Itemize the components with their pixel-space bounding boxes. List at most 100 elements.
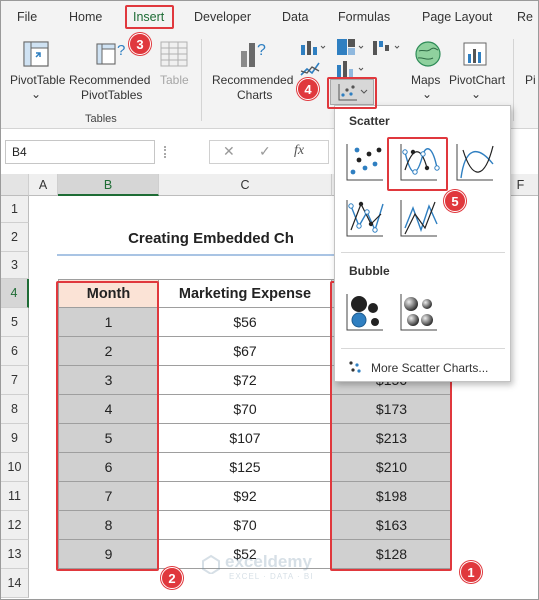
month-cell[interactable]: 8: [58, 511, 159, 540]
row-header-9[interactable]: 9: [1, 424, 29, 453]
expense-cell[interactable]: $56: [159, 308, 332, 337]
statistic-chart-icon[interactable]: [335, 59, 365, 79]
watermark-name: exceldemy: [225, 552, 312, 571]
row-header-10[interactable]: 10: [1, 453, 29, 482]
exceldemy-logo-icon: [202, 554, 220, 574]
line-chart-icon[interactable]: [299, 59, 327, 79]
month-cell[interactable]: 3: [58, 366, 159, 395]
row-header-11[interactable]: 11: [1, 482, 29, 511]
hierarchy-chart-icon[interactable]: [335, 37, 365, 57]
scatter-smooth-lines-option[interactable]: [451, 138, 499, 186]
expense-cell[interactable]: $70: [159, 395, 332, 424]
sales-cell[interactable]: $128: [332, 540, 452, 569]
tab-formulas[interactable]: Formulas: [338, 10, 390, 24]
row-header-3[interactable]: 3: [1, 252, 29, 279]
recommended-pivot-label-2[interactable]: PivotTables: [81, 88, 142, 103]
tab-insert[interactable]: Insert: [133, 10, 164, 24]
expense-header-cell[interactable]: Marketing Expense: [159, 279, 332, 308]
month-cell[interactable]: 4: [58, 395, 159, 424]
tab-review[interactable]: Re: [517, 10, 533, 24]
sales-cell[interactable]: $198: [332, 482, 452, 511]
expense-cell[interactable]: $107: [159, 424, 332, 453]
sales-cell[interactable]: $213: [332, 424, 452, 453]
row-header-14[interactable]: 14: [1, 569, 29, 598]
cancel-icon[interactable]: ✕: [223, 143, 235, 160]
row-header-12[interactable]: 12: [1, 511, 29, 540]
scatter-markers-only-option[interactable]: [341, 138, 389, 186]
row-header-6[interactable]: 6: [1, 337, 29, 366]
row-header-13[interactable]: 13: [1, 540, 29, 569]
month-cell[interactable]: 1: [58, 308, 159, 337]
recommended-charts-label-1[interactable]: Recommended: [212, 73, 293, 88]
tab-file[interactable]: File: [17, 10, 37, 24]
pivot-table-label[interactable]: PivotTable: [10, 73, 65, 88]
sales-cell[interactable]: $210: [332, 453, 452, 482]
expense-cell[interactable]: $125: [159, 453, 332, 482]
pivot-chart-icon[interactable]: [461, 39, 491, 69]
expense-cell[interactable]: $92: [159, 482, 332, 511]
table-icon[interactable]: [159, 39, 189, 69]
step-badge-5: 5: [444, 190, 466, 212]
bubble-option[interactable]: [341, 288, 389, 336]
tab-page-layout[interactable]: Page Layout: [422, 10, 492, 24]
recommended-pivot-label-1[interactable]: Recommended: [69, 73, 150, 88]
select-all-corner[interactable]: [1, 174, 29, 196]
row-header-2[interactable]: 2: [1, 223, 29, 252]
tab-developer[interactable]: Developer: [194, 10, 251, 24]
month-cell[interactable]: 5: [58, 424, 159, 453]
scatter-chart-dropdown: Scatter Bubble More Scatter Charts...: [334, 105, 511, 382]
recommended-pivot-icon[interactable]: ?: [95, 39, 129, 71]
insert-function-icon[interactable]: fx: [294, 143, 304, 159]
column-header-a[interactable]: A: [29, 174, 58, 196]
watermark-tagline: EXCEL · DATA · BI: [229, 572, 314, 581]
month-header-cell[interactable]: Month: [58, 279, 159, 308]
table-label[interactable]: Table: [160, 73, 189, 88]
enter-icon[interactable]: ✓: [259, 143, 271, 160]
column-header-b[interactable]: B: [58, 174, 159, 196]
pivot-table-icon[interactable]: [21, 39, 51, 69]
pictures-label-partial[interactable]: Pi: [525, 73, 536, 88]
sheet-title[interactable]: Creating Embedded Ch: [61, 230, 361, 247]
tab-data[interactable]: Data: [282, 10, 308, 24]
expense-cell[interactable]: $67: [159, 337, 332, 366]
recommended-charts-label-2[interactable]: Charts: [237, 88, 272, 103]
expense-cell[interactable]: $70: [159, 511, 332, 540]
group-separator: [201, 39, 202, 121]
recommended-charts-icon[interactable]: ?: [237, 37, 271, 71]
excel-window: File Home Insert Developer Data Formulas…: [0, 0, 539, 600]
more-scatter-charts-link[interactable]: More Scatter Charts...: [371, 361, 488, 375]
month-cell[interactable]: 6: [58, 453, 159, 482]
row-header-7[interactable]: 7: [1, 366, 29, 395]
row-header-4[interactable]: 4: [1, 279, 29, 308]
row-header-5[interactable]: 5: [1, 308, 29, 337]
month-cell[interactable]: 9: [58, 540, 159, 569]
pivot-table-dropdown[interactable]: ⌄: [31, 87, 41, 102]
maps-label[interactable]: Maps: [411, 73, 440, 88]
expense-cell[interactable]: $72: [159, 366, 332, 395]
month-cell[interactable]: 2: [58, 337, 159, 366]
waterfall-chart-icon[interactable]: [371, 37, 401, 57]
pivot-chart-dropdown[interactable]: ⌄: [471, 87, 481, 102]
formula-bar-grip[interactable]: [164, 146, 166, 158]
maps-dropdown[interactable]: ⌄: [422, 87, 432, 102]
scatter-straight-lines-markers-option[interactable]: [341, 194, 389, 242]
tab-home[interactable]: Home: [69, 10, 102, 24]
dropdown-separator: [341, 348, 505, 349]
sales-cell[interactable]: $173: [332, 395, 452, 424]
bubble-heading: Bubble: [349, 264, 390, 278]
svg-text:?: ?: [257, 42, 266, 59]
sales-cell[interactable]: $163: [332, 511, 452, 540]
row-header-8[interactable]: 8: [1, 395, 29, 424]
column-header-c[interactable]: C: [159, 174, 332, 196]
scatter-smooth-lines-markers-option[interactable]: [395, 138, 443, 186]
3d-bubble-option[interactable]: [395, 288, 443, 336]
step-badge-1: 1: [460, 561, 482, 583]
scatter-straight-lines-option[interactable]: [395, 194, 443, 242]
pivot-chart-label[interactable]: PivotChart: [449, 73, 505, 88]
column-chart-icon[interactable]: [299, 37, 327, 57]
name-box[interactable]: B4: [5, 140, 155, 164]
row-header-1[interactable]: 1: [1, 196, 29, 223]
maps-icon[interactable]: [413, 39, 443, 69]
scatter-chart-button[interactable]: [330, 79, 374, 105]
month-cell[interactable]: 7: [58, 482, 159, 511]
